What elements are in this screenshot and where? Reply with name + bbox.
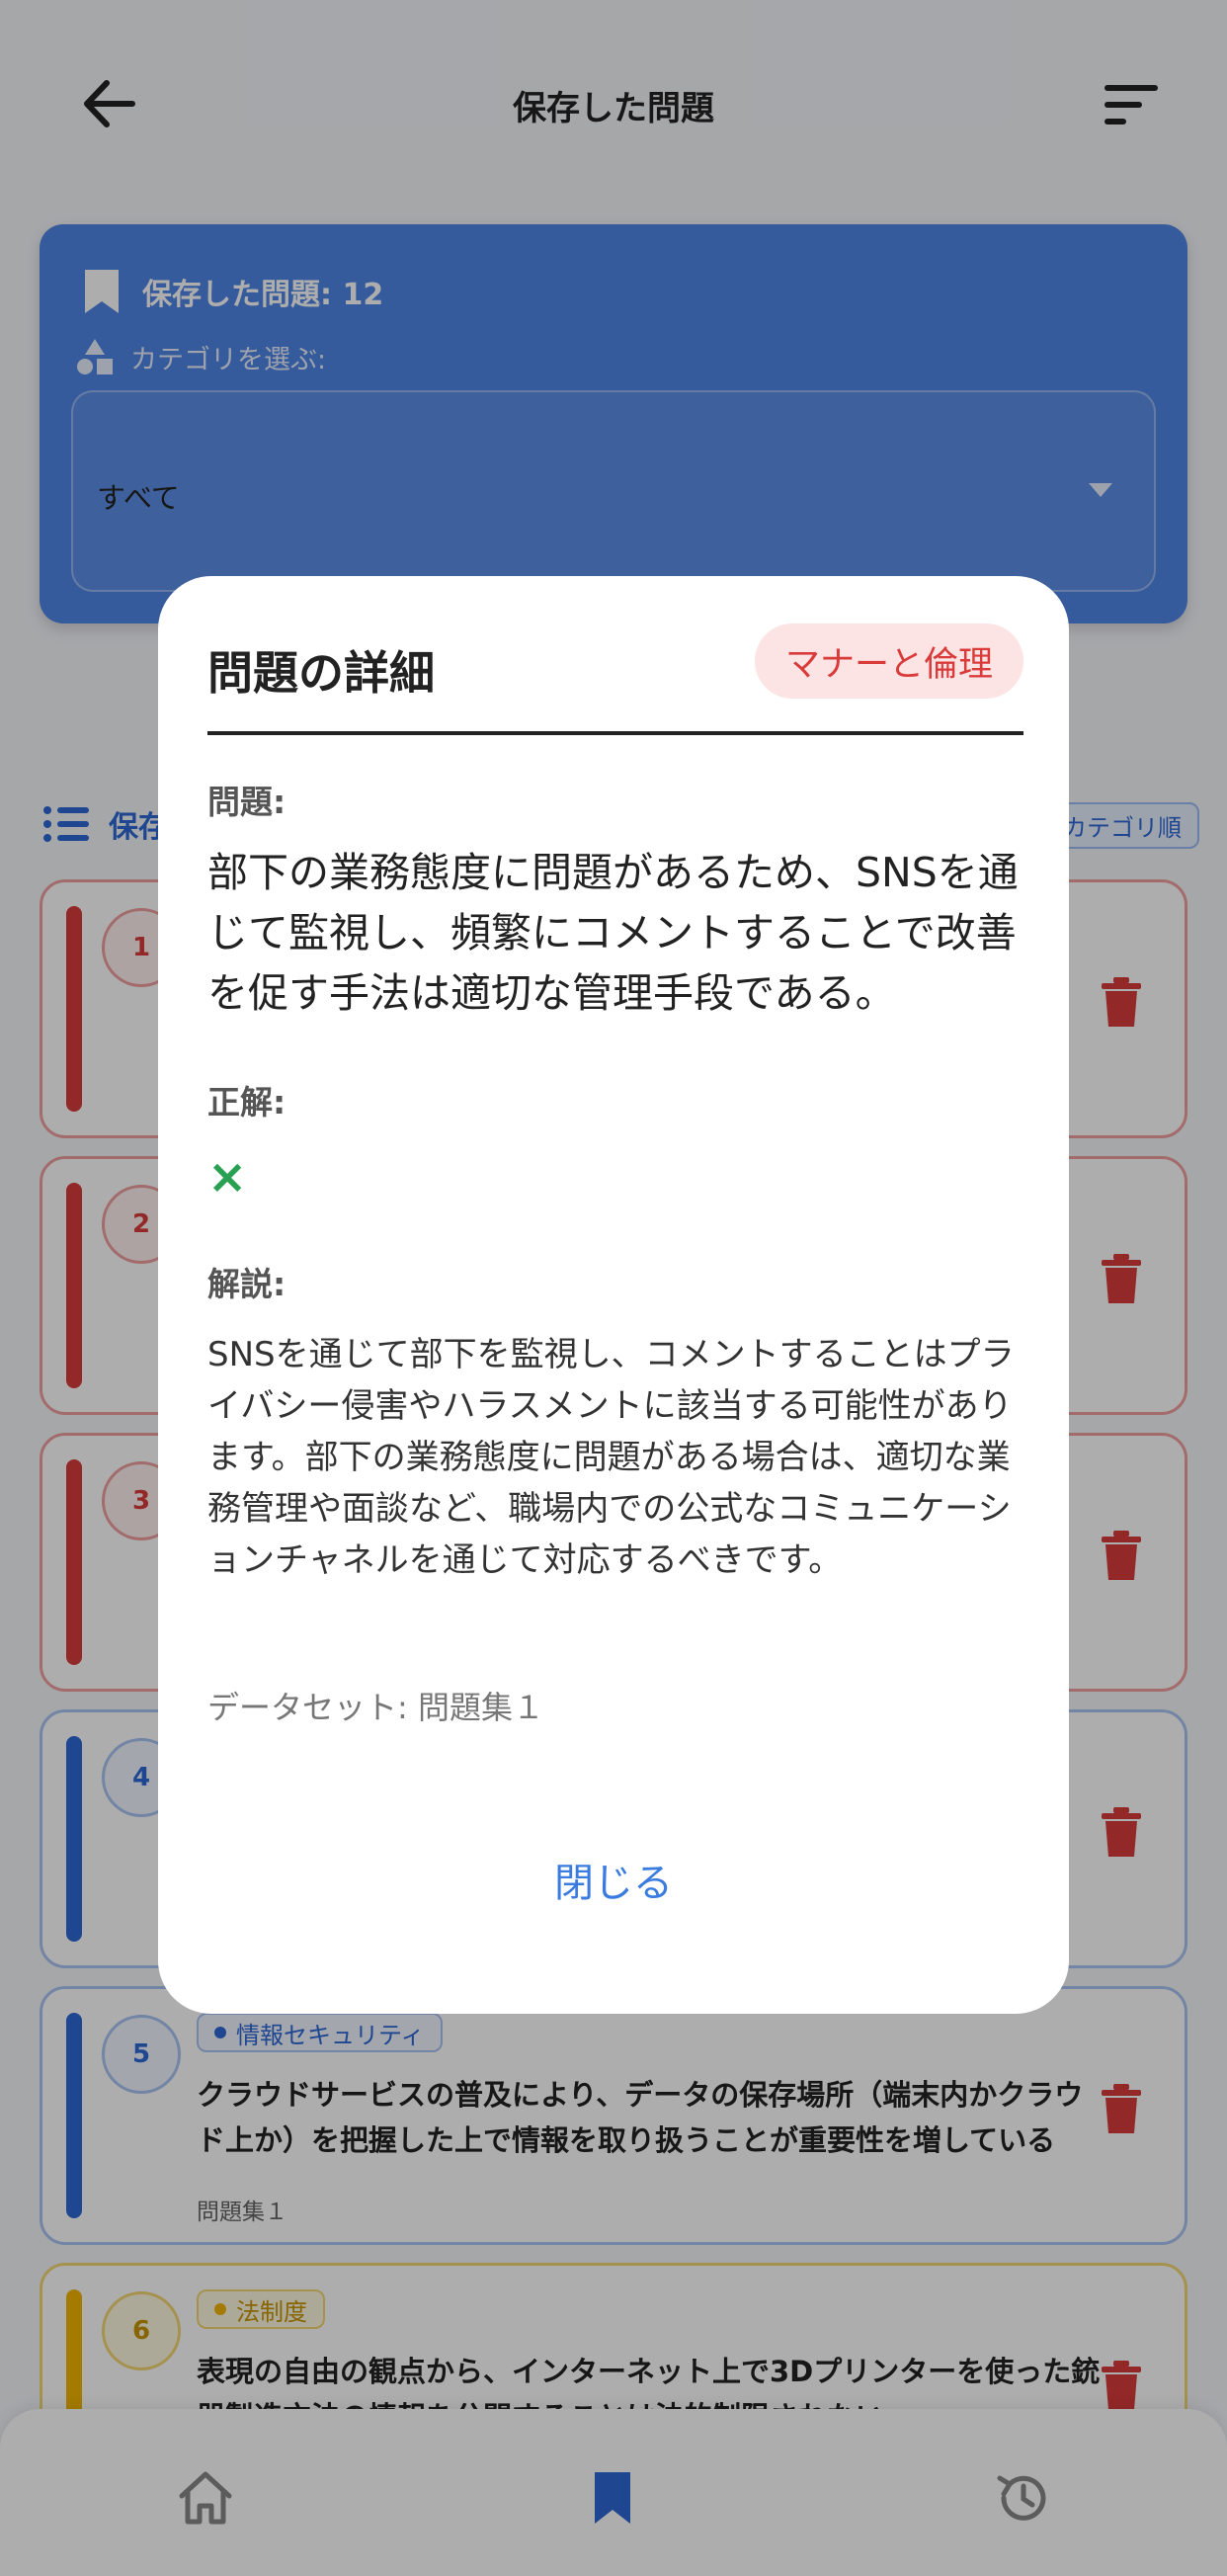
category-chip: マナーと倫理 — [755, 623, 1023, 699]
explanation-label: 解説: — [207, 1265, 286, 1303]
modal-title: 問題の詳細 — [207, 646, 435, 700]
close-button[interactable]: 閉じる — [158, 1851, 1069, 1908]
dataset-text: データセット: 問題集１ — [207, 1689, 544, 1726]
question-label: 問題: — [207, 783, 286, 821]
question-text: 部下の業務態度に問題があるため、SNSを通じて監視し、頻繁にコメントすることで改… — [207, 849, 1019, 1017]
app-root: 保存した問題 保存した問題: 12 カテゴリを選ぶ: すべて 保存 カテゴリ順 … — [0, 0, 1227, 2576]
explanation-text: SNSを通じて部下を監視し、コメントすることはプライバシー侵害やハラスメントに該… — [207, 1335, 1015, 1580]
answer-cross-icon: × — [207, 1149, 248, 1205]
answer-label: 正解: — [207, 1083, 286, 1122]
question-detail-modal: 問題の詳細 マナーと倫理 問題: 部下の業務態度に問題があるため、SNSを通じて… — [158, 576, 1069, 2014]
modal-divider — [207, 731, 1023, 735]
